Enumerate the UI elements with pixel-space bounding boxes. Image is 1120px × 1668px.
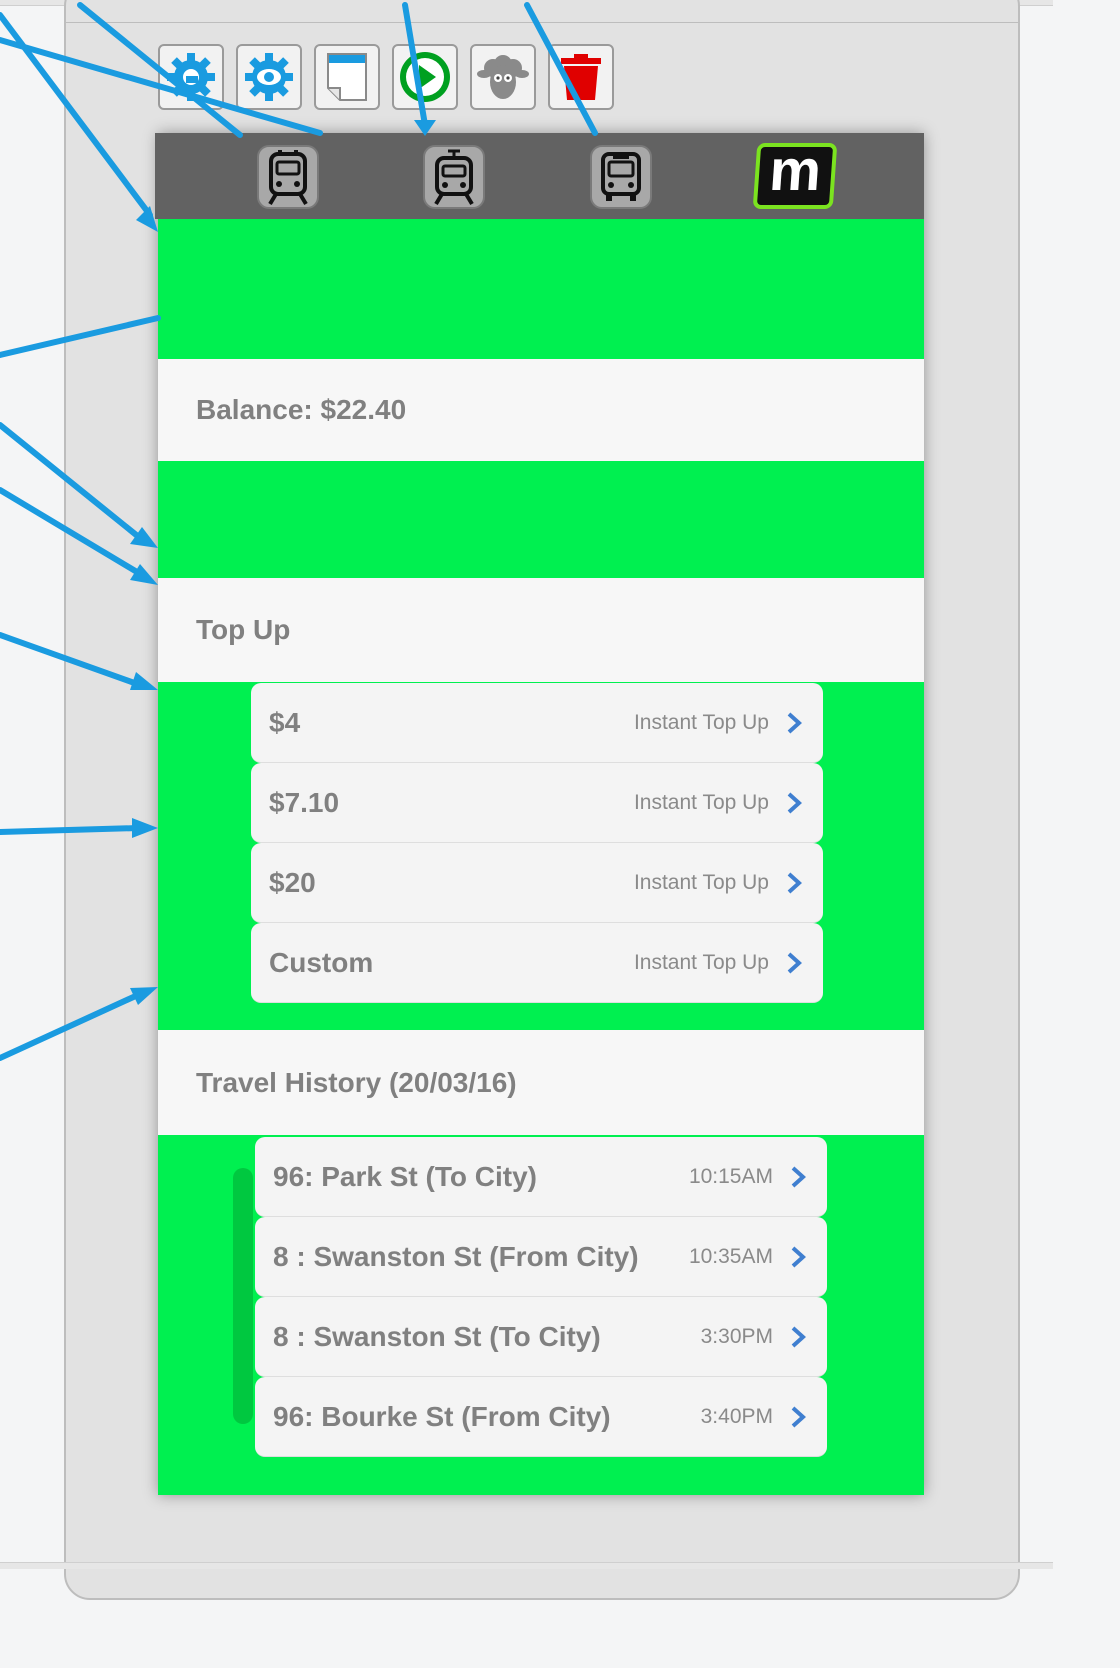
play-button[interactable] [392,44,458,110]
topup-item-title: $20 [269,866,316,898]
topup-item-title: $7.10 [269,786,340,818]
topup-item-custom[interactable]: Custom Instant Top Up [251,923,823,1003]
edit-settings-button[interactable] [158,44,224,110]
play-icon [400,52,450,102]
page-icon [327,53,367,101]
tram-tab[interactable] [423,145,485,209]
history-header: Travel History (20/03/16) [158,1030,924,1135]
history-item[interactable]: 8 : Swanston St (From City) 10:35AM [255,1217,827,1297]
topup-list: $4 Instant Top Up $7.10 Instant Top Up $… [251,683,823,1003]
chevron-right-icon [791,1166,806,1188]
editor-toolbar [158,44,614,110]
chevron-right-icon [787,712,802,734]
history-item-title: 96: Park St (To City) [273,1160,537,1192]
history-scrollbar[interactable] [233,1168,253,1424]
myki-logo[interactable]: m [752,138,838,209]
history-item-time: 10:15AM [688,1164,773,1188]
topup-item-title: $4 [269,706,301,738]
history-item-title: 96: Bourke St (From City) [273,1400,611,1432]
chevron-right-icon [787,792,802,814]
gear-view-icon [245,53,293,101]
history-item-time: 3:30PM [700,1324,773,1348]
page-button[interactable] [314,44,380,110]
topup-item-detail: Instant Top Up [633,790,769,814]
topup-header: Top Up [158,578,924,682]
history-item-title: 8 : Swanston St (To City) [273,1320,601,1352]
bus-icon [601,152,641,201]
tram-icon [434,149,474,206]
chevron-right-icon [791,1326,806,1348]
phone-screen: m Balance: $22.40 Top Up $4 Instant Top … [155,133,924,1495]
train-icon [268,150,308,206]
history-item-time: 3:40PM [700,1404,773,1428]
device-frame-line [66,22,1018,23]
topup-item-4[interactable]: $4 Instant Top Up [251,683,823,763]
topup-item-detail: Instant Top Up [633,870,769,894]
chevron-right-icon [787,872,802,894]
trash-icon [561,54,601,100]
history-header-label: Travel History (20/03/16) [196,1066,517,1098]
sheep-button[interactable] [470,44,536,110]
history-item-title: 8 : Swanston St (From City) [273,1240,639,1272]
history-item[interactable]: 8 : Swanston St (To City) 3:30PM [255,1297,827,1377]
topup-header-label: Top Up [196,614,291,645]
history-item[interactable]: 96: Bourke St (From City) 3:40PM [255,1377,827,1457]
gear-edit-icon [167,53,215,101]
chevron-right-icon [791,1406,806,1428]
topup-item-detail: Instant Top Up [633,710,769,734]
topup-item-detail: Instant Top Up [633,950,769,974]
navbar: m [155,133,924,219]
history-item[interactable]: 96: Park St (To City) 10:15AM [255,1137,827,1217]
canvas-bottom-bar [0,1562,1053,1569]
sheep-icon [477,55,529,99]
balance-label: Balance: $22.40 [196,394,407,425]
history-list: 96: Park St (To City) 10:15AM 8 : Swanst… [255,1137,827,1457]
chevron-right-icon [787,952,802,974]
bus-tab[interactable] [590,145,652,209]
train-tab[interactable] [257,145,319,209]
view-settings-button[interactable] [236,44,302,110]
topup-item-title: Custom [269,946,374,978]
balance-row: Balance: $22.40 [158,359,924,461]
history-item-time: 10:35AM [688,1244,773,1268]
myki-logo-text: m [767,138,824,203]
topup-item-7-10[interactable]: $7.10 Instant Top Up [251,763,823,843]
topup-item-20[interactable]: $20 Instant Top Up [251,843,823,923]
chevron-right-icon [791,1246,806,1268]
delete-button[interactable] [548,44,614,110]
